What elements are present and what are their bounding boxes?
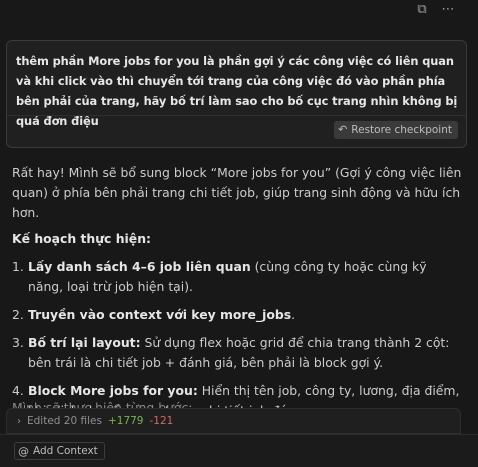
plan-list: 1. Lấy danh sách 4–6 job liên quan (cùng… <box>12 257 462 421</box>
more-icon[interactable]: ⋯ <box>441 3 455 17</box>
plan-item-number: 3. <box>12 335 24 350</box>
lines-added-count: +1779 <box>107 415 144 427</box>
plan-item-title: Lấy danh sách 4–6 job liên quan <box>28 259 251 274</box>
plan-item: 2. Truyền vào context với key more_jobs. <box>12 305 462 325</box>
assistant-reply: Rất hay! Mình sẽ bổ sung block “More job… <box>12 163 462 429</box>
add-context-label: Add Context <box>33 445 98 457</box>
plan-heading: Kế hoạch thực hiện: <box>12 231 151 246</box>
chat-header: ⧉ ⋯ <box>0 0 478 22</box>
at-sign-icon: @ <box>18 444 29 458</box>
reply-intro: Rất hay! Mình sẽ bổ sung block “More job… <box>12 165 462 220</box>
plan-item-title: Bố trí lại layout: <box>28 335 141 350</box>
restore-icon: ↶ <box>338 123 348 136</box>
lines-removed-count: -121 <box>149 415 174 427</box>
plan-item-number: 1. <box>12 259 24 274</box>
plan-item-title: Block More jobs for you: <box>28 383 198 398</box>
message-divider <box>7 115 466 116</box>
plan-item: 1. Lấy danh sách 4–6 job liên quan (cùng… <box>12 257 462 297</box>
plan-item-text: . <box>291 307 296 322</box>
plan-item: 3. Bố trí lại layout: Sử dụng flex hoặc … <box>12 333 462 373</box>
user-message-text: thêm phần More jobs for you là phần gợi … <box>16 54 458 128</box>
copy-icon[interactable]: ⧉ <box>415 3 429 17</box>
chat-input-area[interactable]: @ Add Context <box>0 434 478 467</box>
user-message[interactable]: thêm phần More jobs for you là phần gợi … <box>6 40 467 148</box>
restore-checkpoint-button[interactable]: ↶ Restore checkpoint <box>334 121 458 139</box>
edited-files-label: Edited 20 files <box>27 415 102 427</box>
edited-files-bar[interactable]: › Edited 20 files +1779 -121 <box>6 408 461 434</box>
chevron-right-icon[interactable]: › <box>17 416 21 427</box>
restore-checkpoint-label: Restore checkpoint <box>351 124 452 136</box>
plan-item-title: Truyền vào context với key more_jobs <box>28 307 292 322</box>
add-context-button[interactable]: @ Add Context <box>14 442 105 460</box>
plan-item-number: 2. <box>12 307 24 322</box>
reply-cutoff-line: Mình sẽ thực hiện từng bước: <box>12 400 193 408</box>
